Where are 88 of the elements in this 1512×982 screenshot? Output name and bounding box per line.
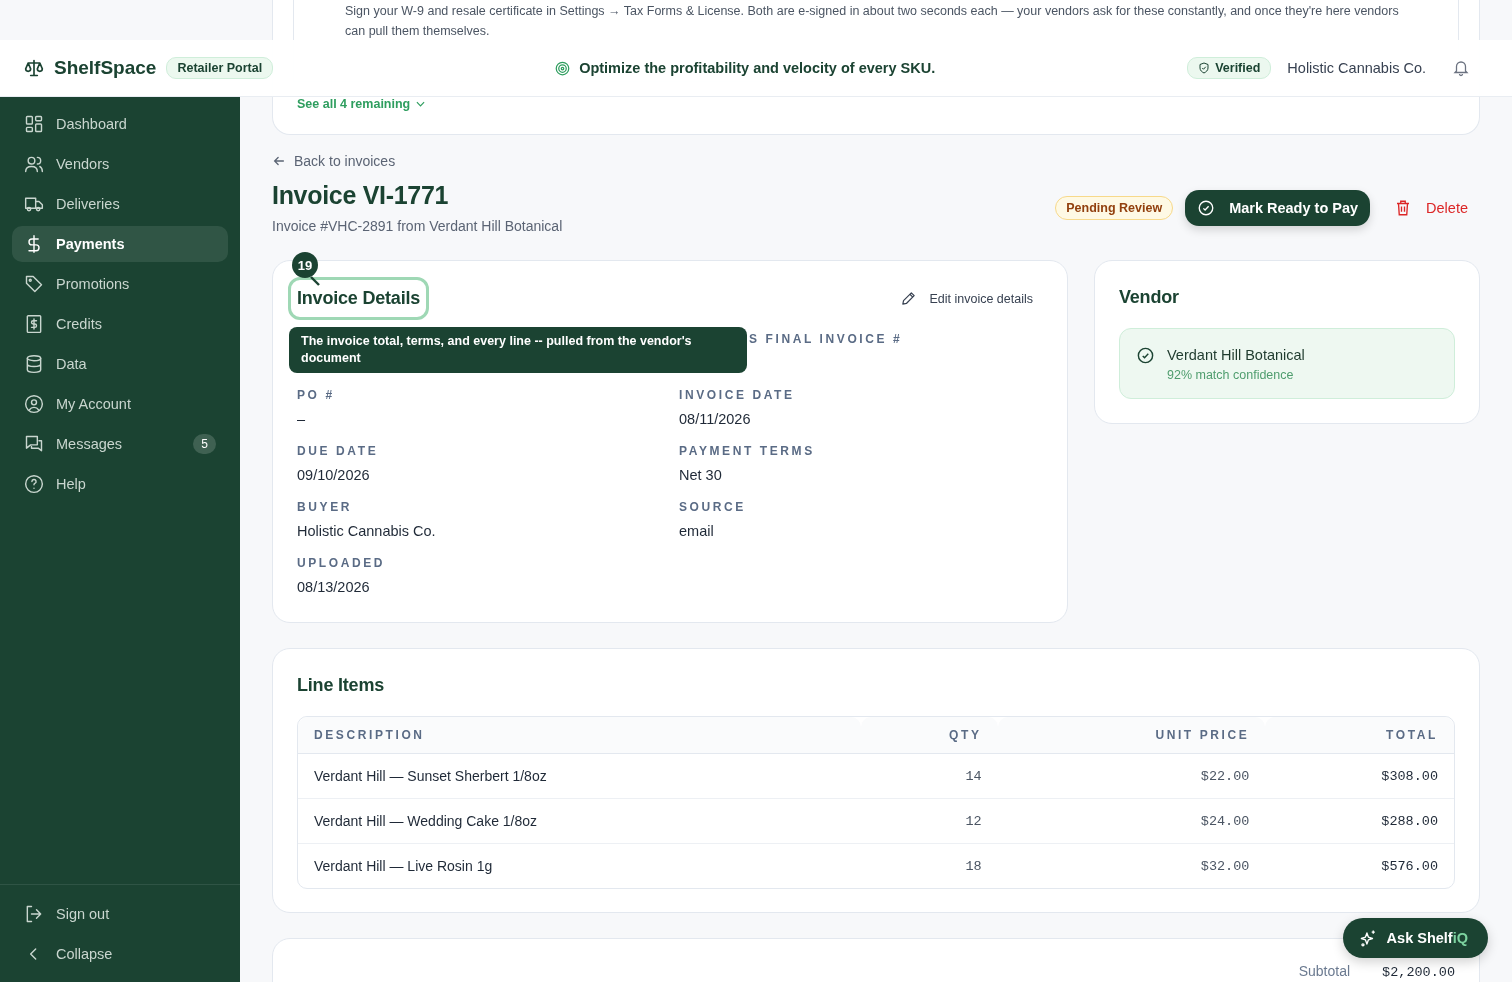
target-icon: [555, 60, 571, 76]
sidebar-item[interactable]: Payments: [12, 226, 228, 262]
caret-icon: [416, 101, 426, 107]
delete-button[interactable]: Delete: [1382, 199, 1480, 217]
field-label: PAYMENT TERMS: [679, 444, 815, 458]
tagline: Optimize the profitability and velocity of every SKU.: [579, 60, 936, 76]
help-icon: [24, 474, 44, 494]
tooltip: The invoice total, terms, and every line -- pulled from the vendor's document: [289, 327, 747, 373]
table-cell: Verdant Hill — Live Rosin 1g: [314, 858, 493, 874]
check-circle-icon: [1136, 346, 1155, 365]
field-label: S FINAL INVOICE #: [749, 332, 903, 346]
card-title: Vendor: [1119, 287, 1180, 308]
table-cell: $24.00: [1200, 813, 1250, 829]
sign-out-icon: [24, 904, 44, 924]
column-header: QTY: [949, 728, 982, 742]
database-icon: [24, 354, 44, 374]
receipt-icon: [24, 314, 44, 334]
see-all-link[interactable]: See all 4 remaining: [297, 97, 426, 111]
column-header: TOTAL: [1386, 728, 1438, 742]
bell-icon[interactable]: [1452, 59, 1470, 77]
sidebar-item[interactable]: My Account: [12, 386, 228, 422]
edit-details-link[interactable]: Edit invoice details: [900, 290, 1033, 307]
users-icon: [24, 154, 44, 174]
grid-icon: [24, 114, 44, 134]
field-label: BUYER: [297, 500, 352, 514]
pencil-icon: [900, 290, 918, 307]
step-badge: 19: [292, 252, 318, 278]
field-label: DUE DATE: [297, 444, 379, 458]
account-name: Holistic Cannabis Co.: [1287, 60, 1426, 76]
truck-icon: [24, 194, 44, 214]
total-label: Subtotal: [1298, 963, 1351, 979]
field-label: UPLOADED: [297, 556, 386, 570]
check-circle-icon: [1197, 199, 1216, 217]
scale-icon: [24, 58, 44, 78]
field-value: 09/10/2026: [297, 467, 370, 483]
mark-ready-button[interactable]: Mark Ready to Pay: [1185, 190, 1371, 226]
table-cell: $308.00: [1381, 768, 1438, 784]
table-cell: $288.00: [1381, 813, 1438, 829]
sidebar-item[interactable]: Dashboard: [12, 106, 228, 142]
page-subtitle: Invoice #VHC-2891 from Verdant Hill Botanical: [272, 218, 563, 234]
vendor-name: Verdant Hill Botanical: [1167, 347, 1305, 363]
table-cell: $576.00: [1381, 858, 1438, 874]
sparkle-icon: [1358, 928, 1378, 948]
sidebar-item[interactable]: Promotions: [12, 266, 228, 302]
page-title: Invoice VI-1771: [272, 181, 450, 210]
portal-badge: Retailer Portal: [166, 57, 274, 79]
notice-text: Sign your W-9 and resale certificate in Settings → Tax Forms & License. Both are e-signed in about two seconds each — your vendors ask for these constantly, and once they're here vendors can pull them themselves.: [345, 3, 1400, 40]
account-icon: [24, 394, 44, 414]
field-value: –: [297, 411, 306, 427]
table-cell: Verdant Hill — Sunset Sherbert 1/8oz: [314, 768, 547, 784]
sidebar-item[interactable]: Deliveries: [12, 186, 228, 222]
shield-check-icon: [1198, 62, 1211, 74]
total-value: $2,200.00: [1382, 965, 1455, 980]
chat-icon: [24, 434, 44, 454]
sidebar-item[interactable]: Credits: [12, 306, 228, 342]
match-confidence: 92% match confidence: [1167, 368, 1295, 382]
collapse-button[interactable]: Collapse: [12, 936, 228, 972]
status-badge: Pending Review: [1055, 196, 1174, 220]
column-header: UNIT PRICE: [1155, 728, 1250, 742]
sidebar-item[interactable]: Help: [12, 466, 228, 502]
sidebar-item[interactable]: Data: [12, 346, 228, 382]
field-value: Net 30: [679, 467, 722, 483]
sidebar-item[interactable]: Vendors: [12, 146, 228, 182]
back-link[interactable]: Back to invoices: [272, 153, 396, 169]
table-cell: 18: [965, 858, 982, 874]
table-cell: Verdant Hill — Wedding Cake 1/8oz: [314, 813, 538, 829]
brand-name: ShelfSpace: [54, 57, 157, 79]
assistant-button[interactable]: Ask ShelfiQ: [1342, 918, 1488, 958]
highlighted-section-title: Invoice Details: [288, 277, 430, 320]
field-value: email: [679, 523, 714, 539]
card-title: Line Items: [297, 675, 386, 696]
tag-icon: [24, 274, 44, 294]
field-label: INVOICE DATE: [679, 388, 795, 402]
field-value: Holistic Cannabis Co.: [297, 523, 436, 539]
table-cell: 12: [965, 813, 982, 829]
arrow-left-icon: [272, 154, 286, 168]
sign-out-button[interactable]: Sign out: [12, 896, 228, 932]
table-cell: $32.00: [1200, 858, 1250, 874]
table-cell: 14: [965, 768, 982, 784]
field-label: PO #: [297, 388, 335, 402]
column-header: DESCRIPTION: [314, 728, 425, 742]
count-badge: 5: [193, 434, 216, 454]
field-value: 08/11/2026: [679, 411, 751, 427]
table-cell: $22.00: [1200, 768, 1250, 784]
field-value: 08/13/2026: [297, 579, 370, 595]
sidebar-item[interactable]: Messages 5: [12, 426, 228, 462]
field-label: SOURCE: [679, 500, 746, 514]
verified-badge: Verified: [1187, 57, 1272, 79]
